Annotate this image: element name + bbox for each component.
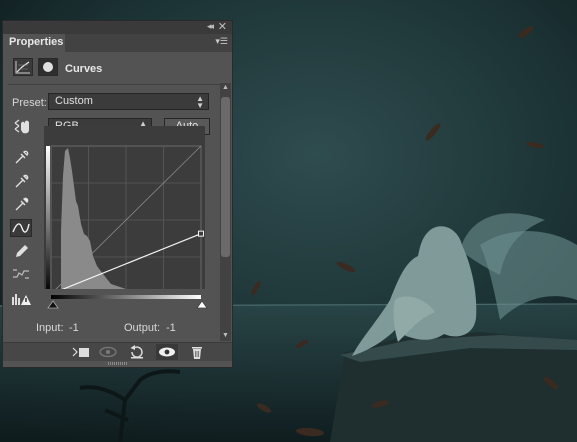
close-icon[interactable]: ✕	[218, 20, 227, 33]
scroll-down-icon[interactable]: ▼	[220, 331, 231, 341]
preset-value: Custom	[55, 95, 93, 107]
curve-control-point[interactable]	[198, 230, 204, 237]
vertical-gradient-bar	[46, 146, 50, 289]
scroll-thumb[interactable]	[221, 97, 230, 257]
curves-graph[interactable]	[44, 126, 205, 289]
tab-strip: Properties ▾☰	[3, 34, 232, 52]
on-image-adjust-icon[interactable]	[12, 117, 34, 135]
double-chevron-icon[interactable]: ◂◂	[207, 21, 214, 32]
input-label: Input:	[36, 322, 64, 334]
horizontal-gradient-bar	[51, 295, 201, 299]
black-point-eyedropper-icon[interactable]	[10, 147, 32, 165]
dropdown-arrows-icon: ▲▼	[196, 94, 204, 110]
view-previous-icon[interactable]	[97, 344, 119, 360]
curves-adjustment-icon[interactable]	[13, 58, 33, 76]
clipping-warning-icon[interactable]	[10, 289, 32, 307]
pencil-draw-icon[interactable]	[10, 242, 32, 260]
output-label: Output:	[124, 322, 161, 334]
curve-points-icon[interactable]	[10, 219, 32, 237]
visibility-eye-icon[interactable]	[156, 344, 178, 360]
header-divider	[8, 84, 223, 85]
panel-scrollbar[interactable]: ▲ ▼	[220, 83, 231, 341]
white-point-slider[interactable]	[196, 300, 208, 309]
scroll-up-icon[interactable]: ▲	[220, 83, 231, 93]
tab-properties[interactable]: Properties	[3, 34, 65, 52]
preset-label: Preset:	[12, 97, 47, 109]
preset-dropdown[interactable]: Custom ▲ ▼	[48, 93, 209, 110]
reset-icon[interactable]	[126, 344, 148, 360]
panel-resize-grip[interactable]	[108, 362, 128, 365]
black-point-slider[interactable]	[47, 300, 59, 309]
smooth-curve-icon[interactable]	[10, 265, 32, 283]
layer-mask-icon[interactable]	[38, 58, 58, 76]
panel-bottom-bar	[3, 342, 232, 361]
trash-icon[interactable]	[186, 344, 208, 360]
output-value[interactable]: -1	[166, 322, 176, 334]
clip-to-layer-icon[interactable]	[70, 344, 92, 360]
panel-title-bar[interactable]: ◂◂ ✕	[3, 21, 232, 34]
panel-menu-icon[interactable]: ▾☰	[215, 36, 228, 47]
white-point-eyedropper-icon[interactable]	[10, 194, 32, 212]
panel-title: Curves	[65, 63, 103, 75]
gray-point-eyedropper-icon[interactable]	[10, 171, 32, 189]
input-value[interactable]: -1	[69, 322, 79, 334]
